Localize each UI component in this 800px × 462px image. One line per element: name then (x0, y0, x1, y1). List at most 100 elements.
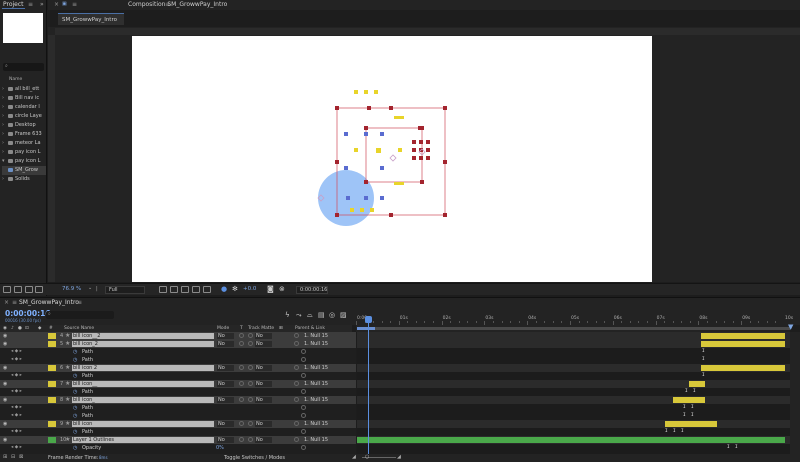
layer-track-area[interactable]: ⵊⵊⵊⵊⵊⵊⵊⵊⵊⵊⵊⵊⵊⵊ (357, 332, 790, 454)
blend-mode-select[interactable]: No (217, 365, 234, 371)
layer-row[interactable]: ◉ 8 ★ bill icon_ No No 1. Null 15 (0, 396, 356, 404)
expression-pickwhip-icon[interactable] (301, 357, 306, 362)
track-matte-select[interactable]: No (255, 421, 272, 427)
keyframe-icon[interactable]: ⵊ (673, 428, 676, 434)
stopwatch-icon[interactable]: ◷ (73, 413, 77, 419)
track-row[interactable]: ⵊⵊ (357, 404, 790, 412)
pickwhip-icon[interactable] (294, 365, 299, 370)
stopwatch-icon[interactable]: ◷ (73, 429, 77, 435)
layer-duration-bar[interactable] (357, 437, 785, 443)
comp-marker-icon[interactable]: ▼ (788, 323, 793, 331)
expression-pickwhip-icon[interactable] (301, 413, 306, 418)
project-item[interactable]: ▾ pay icon L (2, 157, 46, 166)
blend-mode-select[interactable]: No (217, 333, 234, 339)
switches-column-icon[interactable]: ⊞ (279, 326, 283, 331)
parent-select[interactable]: 1. Null 15 (304, 437, 342, 443)
label-color-swatch[interactable] (48, 381, 56, 387)
layer-row[interactable]: ◉ 4 ★ bill icon__2 No No 1. Null 15 (0, 332, 356, 340)
keyframe-icon[interactable]: ⵊ (683, 412, 686, 418)
keyframe-nav-icon[interactable]: ◂ ◆ ▸ (11, 445, 22, 450)
track-matte-link-icon[interactable] (248, 381, 253, 386)
eye-icon[interactable]: ◉ (3, 437, 7, 443)
keyframe-icon[interactable]: ⵊ (681, 428, 684, 434)
composition-tab[interactable]: SM_GrowwPay_Intro (58, 13, 124, 25)
stopwatch-icon[interactable]: ◷ (73, 357, 77, 363)
composition-canvas[interactable] (132, 36, 652, 282)
layer-duration-bar[interactable] (665, 421, 717, 427)
track-row[interactable] (357, 340, 790, 348)
track-row[interactable] (357, 364, 790, 372)
layer-name[interactable]: bill icon__2 (72, 333, 214, 339)
track-row[interactable] (357, 396, 790, 404)
expression-pickwhip-icon[interactable] (301, 445, 306, 450)
layer-row[interactable]: ◉ 6 ★ bill icon 2 No No 1. Null 15 (0, 364, 356, 372)
track-matte-link-icon[interactable] (248, 333, 253, 338)
layer-name[interactable]: bill icon__ (72, 381, 214, 387)
preserve-transparency-toggle[interactable] (239, 421, 244, 426)
layer-duration-bar[interactable] (701, 341, 785, 347)
blend-mode-select[interactable]: No (217, 437, 234, 443)
expression-pickwhip-icon[interactable] (301, 373, 306, 378)
keyframe-icon[interactable]: ⵊ (702, 356, 705, 362)
panel-menu-icon[interactable]: ≡ (165, 1, 170, 8)
expression-pickwhip-icon[interactable] (301, 389, 306, 394)
stopwatch-icon[interactable]: ◷ (73, 389, 77, 395)
layer-row[interactable]: ◉ 5 ★ bill icon_2 No No 1. Null 15 (0, 340, 356, 348)
layer-row[interactable]: ◉ 9 ★ bill icon No No 1. Null 15 (0, 420, 356, 428)
preserve-transparency-toggle[interactable] (239, 397, 244, 402)
layer-duration-bar[interactable] (701, 365, 785, 371)
exposure-icon[interactable]: ✻ (232, 285, 238, 293)
pickwhip-icon[interactable] (294, 341, 299, 346)
layer-name[interactable]: bill icon_ (72, 397, 214, 403)
chevron-right-icon[interactable]: › (2, 140, 6, 146)
timeline-scrollbar[interactable] (790, 332, 800, 454)
playhead-line[interactable] (368, 316, 369, 454)
project-item[interactable]: › Desktop (2, 121, 46, 130)
parent-select[interactable]: 1. Null 15 (304, 341, 342, 347)
property-row[interactable]: ◂ ◆ ▸ ◷ Path (0, 348, 356, 356)
keyframe-icon[interactable]: ⵊ (691, 404, 694, 410)
parent-select[interactable]: 1. Null 15 (304, 365, 342, 371)
keyframe-nav-icon[interactable]: ◂ ◆ ▸ (11, 373, 22, 378)
work-area-start[interactable] (357, 327, 375, 330)
pickwhip-icon[interactable] (294, 437, 299, 442)
stopwatch-icon[interactable]: ◷ (73, 405, 77, 411)
property-row[interactable]: ◂ ◆ ▸ ◷ Path (0, 428, 356, 436)
track-matte-select[interactable]: No (255, 365, 272, 371)
property-row[interactable]: ◂ ◆ ▸ ◷ Opacity 0% (0, 444, 356, 452)
visibility-column-icon[interactable]: ◉ (3, 326, 7, 331)
zoom-out-icon[interactable]: ◢ (352, 454, 356, 460)
track-matte-select[interactable]: No (255, 437, 272, 443)
mode-column[interactable]: Mode (217, 326, 229, 331)
label-color-swatch[interactable] (48, 397, 56, 403)
eye-icon[interactable]: ◉ (3, 365, 7, 371)
track-matte-select[interactable]: No (255, 397, 272, 403)
project-item[interactable]: › Bill nav ic (2, 94, 46, 103)
project-item[interactable]: › calendar l (2, 103, 46, 112)
viewer-timecode[interactable]: 0:00:00:16 (296, 285, 328, 294)
parent-select[interactable]: 1. Null 15 (304, 333, 342, 339)
layer-row[interactable]: ◉ 7 ★ bill icon__ No No 1. Null 15 (0, 380, 356, 388)
number-column[interactable]: # (49, 326, 53, 331)
label-column-icon[interactable]: ◆ (38, 326, 41, 331)
track-row[interactable]: ⵊ (357, 372, 790, 380)
keyframe-icon[interactable]: ⵊ (693, 388, 696, 394)
label-color-swatch[interactable] (48, 365, 56, 371)
chevron-right-icon[interactable]: › (2, 122, 6, 128)
project-item[interactable]: › all bill_ett (2, 85, 46, 94)
parent-select[interactable]: 1. Null 15 (304, 421, 342, 427)
solo-column-icon[interactable]: ● (18, 326, 22, 331)
track-matte-link-icon[interactable] (248, 421, 253, 426)
eye-icon[interactable]: ◉ (3, 421, 7, 427)
layer-duration-bar[interactable] (689, 381, 705, 387)
ruler-vertical[interactable] (48, 35, 55, 282)
view-options-icon[interactable] (203, 286, 211, 293)
toggle-switches-modes-button[interactable]: Toggle Switches / Modes (224, 455, 285, 461)
label-color-swatch[interactable] (48, 437, 56, 443)
layer-duration-bar[interactable] (701, 333, 785, 339)
pickwhip-icon[interactable] (294, 397, 299, 402)
snapshot-icon[interactable] (3, 286, 11, 293)
work-area-bar[interactable] (357, 327, 790, 330)
track-matte-link-icon[interactable] (248, 437, 253, 442)
track-row[interactable] (357, 380, 790, 388)
